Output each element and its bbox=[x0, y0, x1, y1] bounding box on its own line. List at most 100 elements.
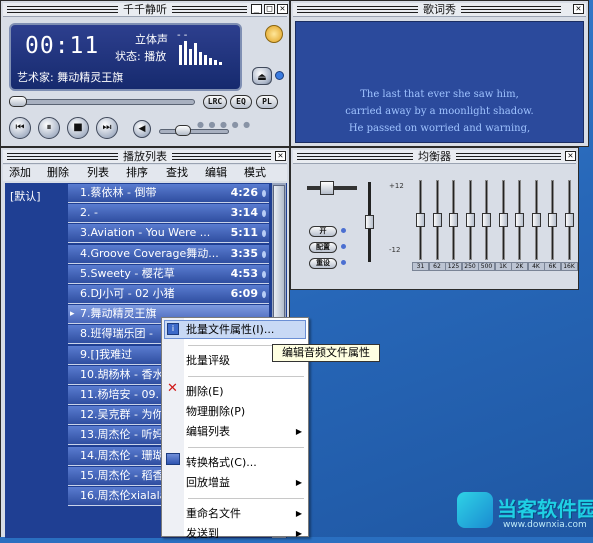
eq-band-thumb[interactable] bbox=[515, 213, 524, 227]
preamp-slider[interactable] bbox=[365, 182, 374, 262]
eq-band-thumb[interactable] bbox=[531, 213, 541, 227]
artist-label: 艺术家: 舞动精灵王旗 bbox=[17, 71, 124, 84]
minimize-button[interactable]: _ bbox=[251, 4, 262, 14]
eq-band-thumb[interactable] bbox=[449, 213, 458, 227]
spectrum-visualizer bbox=[179, 39, 229, 65]
balance-thumb[interactable] bbox=[320, 181, 334, 195]
eq-scale-bottom: -12 bbox=[389, 246, 401, 254]
eq-button[interactable]: EQ bbox=[230, 95, 252, 109]
pause-button[interactable]: ⏸ bbox=[38, 117, 60, 139]
track-flag-icon bbox=[262, 291, 266, 298]
playlist-close-button[interactable]: ✕ bbox=[275, 151, 286, 161]
eq-band-slider[interactable] bbox=[515, 180, 524, 260]
file-properties-icon: i bbox=[167, 323, 179, 335]
submenu-arrow-icon: ▶ bbox=[295, 509, 302, 518]
eq-band-label: 16K bbox=[560, 262, 578, 271]
progress-thumb[interactable] bbox=[9, 96, 27, 107]
time-display: 00:11 bbox=[25, 33, 100, 59]
volume-slider[interactable] bbox=[159, 129, 229, 134]
menu-mode[interactable]: 模式 bbox=[244, 165, 266, 181]
context-menu-item[interactable]: 发送到 ▶ bbox=[186, 524, 306, 543]
eq-band-thumb[interactable] bbox=[482, 213, 491, 227]
track-duration: 5:11 bbox=[230, 226, 258, 240]
volume-icon[interactable]: ◀ bbox=[133, 120, 151, 138]
eq-band-slider[interactable] bbox=[449, 180, 458, 260]
equalizer-close-button[interactable]: ✕ bbox=[565, 151, 576, 161]
submenu-arrow-icon: ▶ bbox=[295, 529, 302, 538]
eq-band-slider[interactable] bbox=[416, 180, 425, 260]
convert-format-icon bbox=[166, 453, 180, 465]
volume-thumb[interactable] bbox=[175, 125, 191, 136]
context-menu-item[interactable]: 批量文件属性(I)... bbox=[186, 320, 306, 339]
eject-button[interactable]: ⏏ bbox=[252, 67, 272, 85]
playlist-menubar: 添加 删除 列表 排序 查找 编辑 模式 bbox=[3, 165, 287, 181]
menu-sort[interactable]: 排序 bbox=[126, 165, 148, 181]
watermark-brand: 当客软件园 bbox=[497, 497, 593, 521]
playlist-item[interactable]: 4.Groove Coverage舞动... 3:35 bbox=[68, 244, 269, 264]
playlist-item[interactable]: 2. - 3:14 bbox=[68, 204, 269, 224]
eq-band-thumb[interactable] bbox=[416, 213, 425, 227]
eq-band-slider[interactable] bbox=[482, 180, 491, 260]
context-menu-item-label: 编辑列表 bbox=[186, 425, 230, 438]
playlist-titlebar[interactable]: 播放列表 ✕ bbox=[3, 150, 287, 164]
eq-scale-top: +12 bbox=[389, 182, 404, 190]
player-titlebar[interactable]: 千千静听 _ □ ✕ bbox=[3, 3, 288, 17]
context-menu-item-label: 物理删除(P) bbox=[186, 405, 246, 418]
menu-find[interactable]: 查找 bbox=[166, 165, 188, 181]
playlist-item[interactable]: 6.DJ小可 - 02 小猪 6:09 bbox=[68, 285, 269, 304]
list-name-default[interactable]: [默认] bbox=[10, 188, 41, 204]
next-button[interactable]: ⏭ bbox=[96, 117, 118, 139]
track-duration: 4:26 bbox=[230, 186, 258, 199]
volume-dots: ● ● ● ● ● bbox=[197, 120, 252, 129]
track-duration: 6:09 bbox=[230, 287, 258, 300]
eq-band-slider[interactable] bbox=[548, 180, 557, 260]
lyrics-titlebar[interactable]: 歌词秀 ✕ bbox=[293, 3, 586, 17]
track-title: 4.Groove Coverage舞动... bbox=[80, 246, 219, 260]
menu-separator bbox=[188, 447, 304, 448]
menu-list[interactable]: 列表 bbox=[87, 165, 109, 181]
playlist-item[interactable]: 1.蔡依林 - 倒带 4:26 bbox=[68, 184, 269, 203]
context-menu-item[interactable]: 回放增益 ▶ bbox=[186, 473, 306, 492]
equalizer-titlebar[interactable]: 均衡器 ✕ bbox=[293, 150, 576, 164]
eq-led-icon bbox=[341, 260, 346, 265]
eq-preset-button[interactable]: 配置 bbox=[309, 242, 337, 253]
eq-band-thumb[interactable] bbox=[432, 213, 442, 227]
menu-add[interactable]: 添加 bbox=[9, 165, 31, 181]
status-label: 状态: 播放 bbox=[115, 50, 167, 63]
eq-band-label: 6K bbox=[544, 262, 561, 271]
eq-band-slider[interactable] bbox=[564, 180, 574, 260]
previous-button[interactable]: ⏮ bbox=[9, 117, 31, 139]
headphone-icon[interactable] bbox=[265, 25, 283, 43]
stop-button[interactable]: ■ bbox=[67, 117, 89, 139]
channel-label: 立体声 bbox=[135, 33, 168, 46]
context-menu-item[interactable]: 重命名文件 ▶ bbox=[186, 504, 306, 523]
lrc-button[interactable]: LRC bbox=[203, 95, 227, 109]
close-button[interactable]: ✕ bbox=[277, 4, 288, 14]
context-menu-item[interactable]: 物理删除(P) bbox=[186, 402, 306, 421]
eq-band-slider[interactable] bbox=[432, 180, 442, 260]
context-menu-item-label: 转换格式(C)... bbox=[186, 456, 257, 469]
track-flag-icon bbox=[262, 250, 266, 258]
context-menu-item[interactable]: 转换格式(C)... bbox=[186, 453, 306, 472]
eq-reset-button[interactable]: 重设 bbox=[309, 258, 337, 269]
tooltip: 编辑音频文件属性 bbox=[272, 344, 380, 362]
context-menu-item[interactable]: 删除(E) bbox=[186, 382, 306, 401]
menu-edit[interactable]: 编辑 bbox=[205, 165, 227, 181]
eq-band-thumb[interactable] bbox=[548, 213, 557, 227]
eq-band-slider[interactable] bbox=[498, 180, 508, 260]
lyrics-close-button[interactable]: ✕ bbox=[573, 4, 584, 14]
eq-band-thumb[interactable] bbox=[498, 213, 508, 227]
playlist-item[interactable]: 3.Aviation - You Were ... 5:11 bbox=[68, 224, 269, 244]
context-menu-item[interactable]: 编辑列表 ▶ bbox=[186, 422, 306, 441]
pl-button[interactable]: PL bbox=[256, 95, 278, 109]
eq-band-slider[interactable] bbox=[465, 180, 475, 260]
eq-band-thumb[interactable] bbox=[465, 213, 475, 227]
maximize-button[interactable]: □ bbox=[264, 4, 275, 14]
eq-band-thumb[interactable] bbox=[564, 213, 574, 227]
eq-on-button[interactable]: 开 bbox=[309, 226, 337, 237]
menu-delete[interactable]: 删除 bbox=[47, 165, 69, 181]
playlist-item[interactable]: 5.Sweety - 樱花草 4:53 bbox=[68, 264, 269, 284]
progress-slider[interactable] bbox=[9, 99, 195, 105]
eq-band-slider[interactable] bbox=[531, 180, 541, 260]
eq-band-label: 500 bbox=[478, 262, 495, 271]
